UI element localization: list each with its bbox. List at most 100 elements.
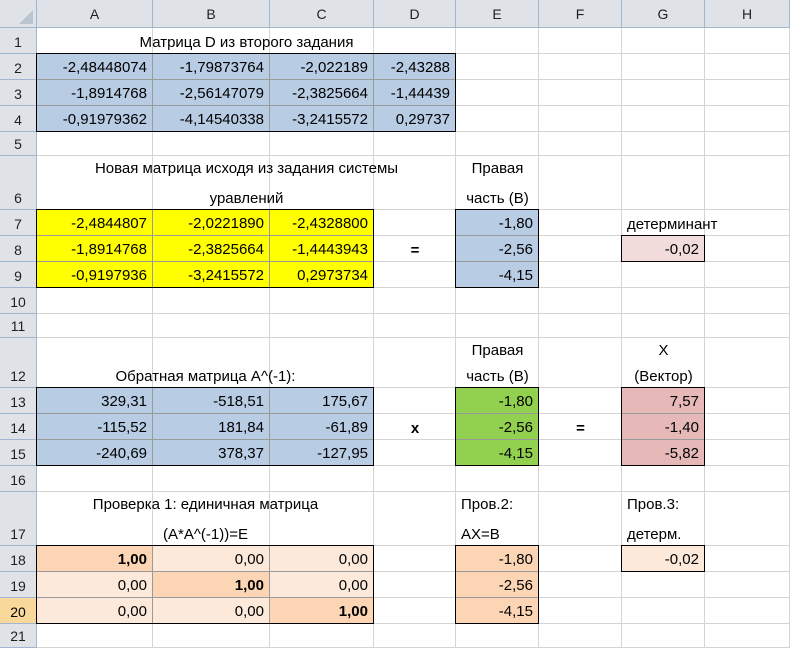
cell-f9[interactable] <box>539 262 622 288</box>
row-header-17[interactable]: 17 <box>0 492 37 546</box>
cell-g9[interactable] <box>622 262 705 288</box>
cell-e3[interactable] <box>456 80 539 106</box>
cell-f20[interactable] <box>539 598 622 624</box>
cell-a16[interactable] <box>37 466 153 492</box>
cell-d15[interactable] <box>374 440 456 466</box>
cell-g10[interactable] <box>622 288 705 314</box>
cell-f3[interactable] <box>539 80 622 106</box>
cell-g3[interactable] <box>622 80 705 106</box>
row-header-4[interactable]: 4 <box>0 106 37 132</box>
cell-h13[interactable] <box>705 388 790 414</box>
cell-h16[interactable] <box>705 466 790 492</box>
cell-f11[interactable] <box>539 314 622 338</box>
cell-d21[interactable] <box>374 624 456 648</box>
row-header-11[interactable]: 11 <box>0 314 37 338</box>
column-header-b[interactable]: B <box>153 0 270 28</box>
column-header-e[interactable]: E <box>456 0 539 28</box>
row-header-8[interactable]: 8 <box>0 236 37 262</box>
cell-c5[interactable] <box>270 132 374 156</box>
cell-b21[interactable] <box>153 624 270 648</box>
cell-f12[interactable] <box>539 338 622 388</box>
cell-h20[interactable] <box>705 598 790 624</box>
cell-e10[interactable] <box>456 288 539 314</box>
cell-g2[interactable] <box>622 54 705 80</box>
row-header-16[interactable]: 16 <box>0 466 37 492</box>
cell-b10[interactable] <box>153 288 270 314</box>
row-header-1[interactable]: 1 <box>0 28 37 54</box>
column-header-h[interactable]: H <box>705 0 790 28</box>
cell-c10[interactable] <box>270 288 374 314</box>
cell-f17[interactable] <box>539 492 622 546</box>
cell-h5[interactable] <box>705 132 790 156</box>
cell-f5[interactable] <box>539 132 622 156</box>
cell-b16[interactable] <box>153 466 270 492</box>
cell-a11[interactable] <box>37 314 153 338</box>
cell-g4[interactable] <box>622 106 705 132</box>
row-header-10[interactable]: 10 <box>0 288 37 314</box>
cell-f8[interactable] <box>539 236 622 262</box>
cell-f10[interactable] <box>539 288 622 314</box>
cell-f16[interactable] <box>539 466 622 492</box>
cell-d11[interactable] <box>374 314 456 338</box>
select-all-corner[interactable] <box>0 0 37 28</box>
cell-d9[interactable] <box>374 262 456 288</box>
cell-d13[interactable] <box>374 388 456 414</box>
cell-f21[interactable] <box>539 624 622 648</box>
cell-d19[interactable] <box>374 572 456 598</box>
cell-h7[interactable] <box>705 210 790 236</box>
cell-d10[interactable] <box>374 288 456 314</box>
row-header-9[interactable]: 9 <box>0 262 37 288</box>
cell-f2[interactable] <box>539 54 622 80</box>
cell-a10[interactable] <box>37 288 153 314</box>
cell-h8[interactable] <box>705 236 790 262</box>
cell-f7[interactable] <box>539 210 622 236</box>
cell-c21[interactable] <box>270 624 374 648</box>
spreadsheet[interactable]: ABCDEFGH 1 2 3 4 5 6 7 8 9 10 11 12 13 14 15 16 17 18 19 20… <box>0 0 790 662</box>
cell-g16[interactable] <box>622 466 705 492</box>
cell-a5[interactable] <box>37 132 153 156</box>
cell-c16[interactable] <box>270 466 374 492</box>
cell-g5[interactable] <box>622 132 705 156</box>
row-header-13[interactable]: 13 <box>0 388 37 414</box>
cell-f18[interactable] <box>539 546 622 572</box>
row-header-5[interactable]: 5 <box>0 132 37 156</box>
cell-e11[interactable] <box>456 314 539 338</box>
cell-d20[interactable] <box>374 598 456 624</box>
row-header-19[interactable]: 19 <box>0 572 37 598</box>
column-header-d[interactable]: D <box>374 0 456 28</box>
cell-g19[interactable] <box>622 572 705 598</box>
cell-h1[interactable] <box>705 28 790 54</box>
column-header-c[interactable]: C <box>270 0 374 28</box>
cell-h18[interactable] <box>705 546 790 572</box>
cell-e21[interactable] <box>456 624 539 648</box>
cell-c11[interactable] <box>270 314 374 338</box>
cell-h4[interactable] <box>705 106 790 132</box>
row-header-20[interactable]: 20 <box>0 598 37 624</box>
column-header-f[interactable]: F <box>539 0 622 28</box>
cell-h12[interactable] <box>705 338 790 388</box>
cell-b5[interactable] <box>153 132 270 156</box>
cell-d16[interactable] <box>374 466 456 492</box>
cell-f4[interactable] <box>539 106 622 132</box>
cell-g6[interactable] <box>622 156 705 210</box>
cell-f19[interactable] <box>539 572 622 598</box>
cell-d5[interactable] <box>374 132 456 156</box>
cell-h17[interactable] <box>705 492 790 546</box>
row-header-18[interactable]: 18 <box>0 546 37 572</box>
column-header-g[interactable]: G <box>622 0 705 28</box>
cell-e4[interactable] <box>456 106 539 132</box>
cell-h3[interactable] <box>705 80 790 106</box>
cell-e16[interactable] <box>456 466 539 492</box>
cell-h6[interactable] <box>705 156 790 210</box>
cell-a21[interactable] <box>37 624 153 648</box>
cell-f1[interactable] <box>539 28 622 54</box>
cell-e2[interactable] <box>456 54 539 80</box>
cell-f15[interactable] <box>539 440 622 466</box>
cell-h2[interactable] <box>705 54 790 80</box>
row-header-15[interactable]: 15 <box>0 440 37 466</box>
cell-g21[interactable] <box>622 624 705 648</box>
cell-e5[interactable] <box>456 132 539 156</box>
cell-d7[interactable] <box>374 210 456 236</box>
cell-d18[interactable] <box>374 546 456 572</box>
cell-h15[interactable] <box>705 440 790 466</box>
